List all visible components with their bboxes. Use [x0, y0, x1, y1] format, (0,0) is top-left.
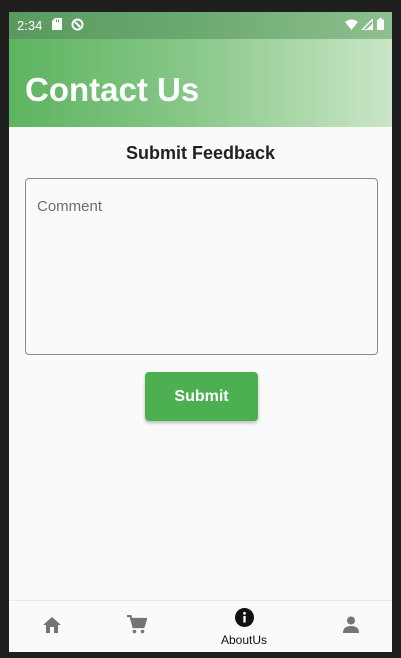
- comment-field[interactable]: Comment: [25, 178, 378, 355]
- cart-icon: [127, 614, 148, 639]
- comment-placeholder: Comment: [37, 198, 103, 215]
- status-bar: 2:34: [9, 12, 392, 39]
- nav-label-aboutus: AboutUs: [220, 632, 268, 647]
- status-time: 2:34: [17, 18, 43, 33]
- nav-item-cart[interactable]: [117, 601, 157, 652]
- page-title: Contact Us: [25, 71, 200, 108]
- wifi-icon: [345, 18, 358, 33]
- home-icon: [42, 616, 62, 639]
- app-bar: Contact Us: [9, 39, 392, 127]
- feedback-form: Submit Feedback Comment Submit: [9, 127, 392, 600]
- battery-icon: [377, 18, 384, 33]
- signal-icon: [360, 17, 374, 33]
- person-icon: [342, 616, 360, 638]
- phone-screen: 2:34 Contact Us Submit Feedback Comment …: [9, 12, 392, 652]
- nav-item-home[interactable]: [32, 601, 72, 652]
- sd-card-icon: [52, 18, 63, 33]
- nav-item-aboutus[interactable]: AboutUs: [209, 601, 279, 652]
- submit-button[interactable]: Submit: [145, 372, 258, 421]
- form-heading: Submit Feedback: [125, 143, 276, 163]
- bottom-navigation: AboutUs: [9, 600, 392, 652]
- sync-icon: [71, 18, 84, 34]
- nav-item-profile[interactable]: [331, 601, 371, 652]
- info-icon: [234, 607, 254, 632]
